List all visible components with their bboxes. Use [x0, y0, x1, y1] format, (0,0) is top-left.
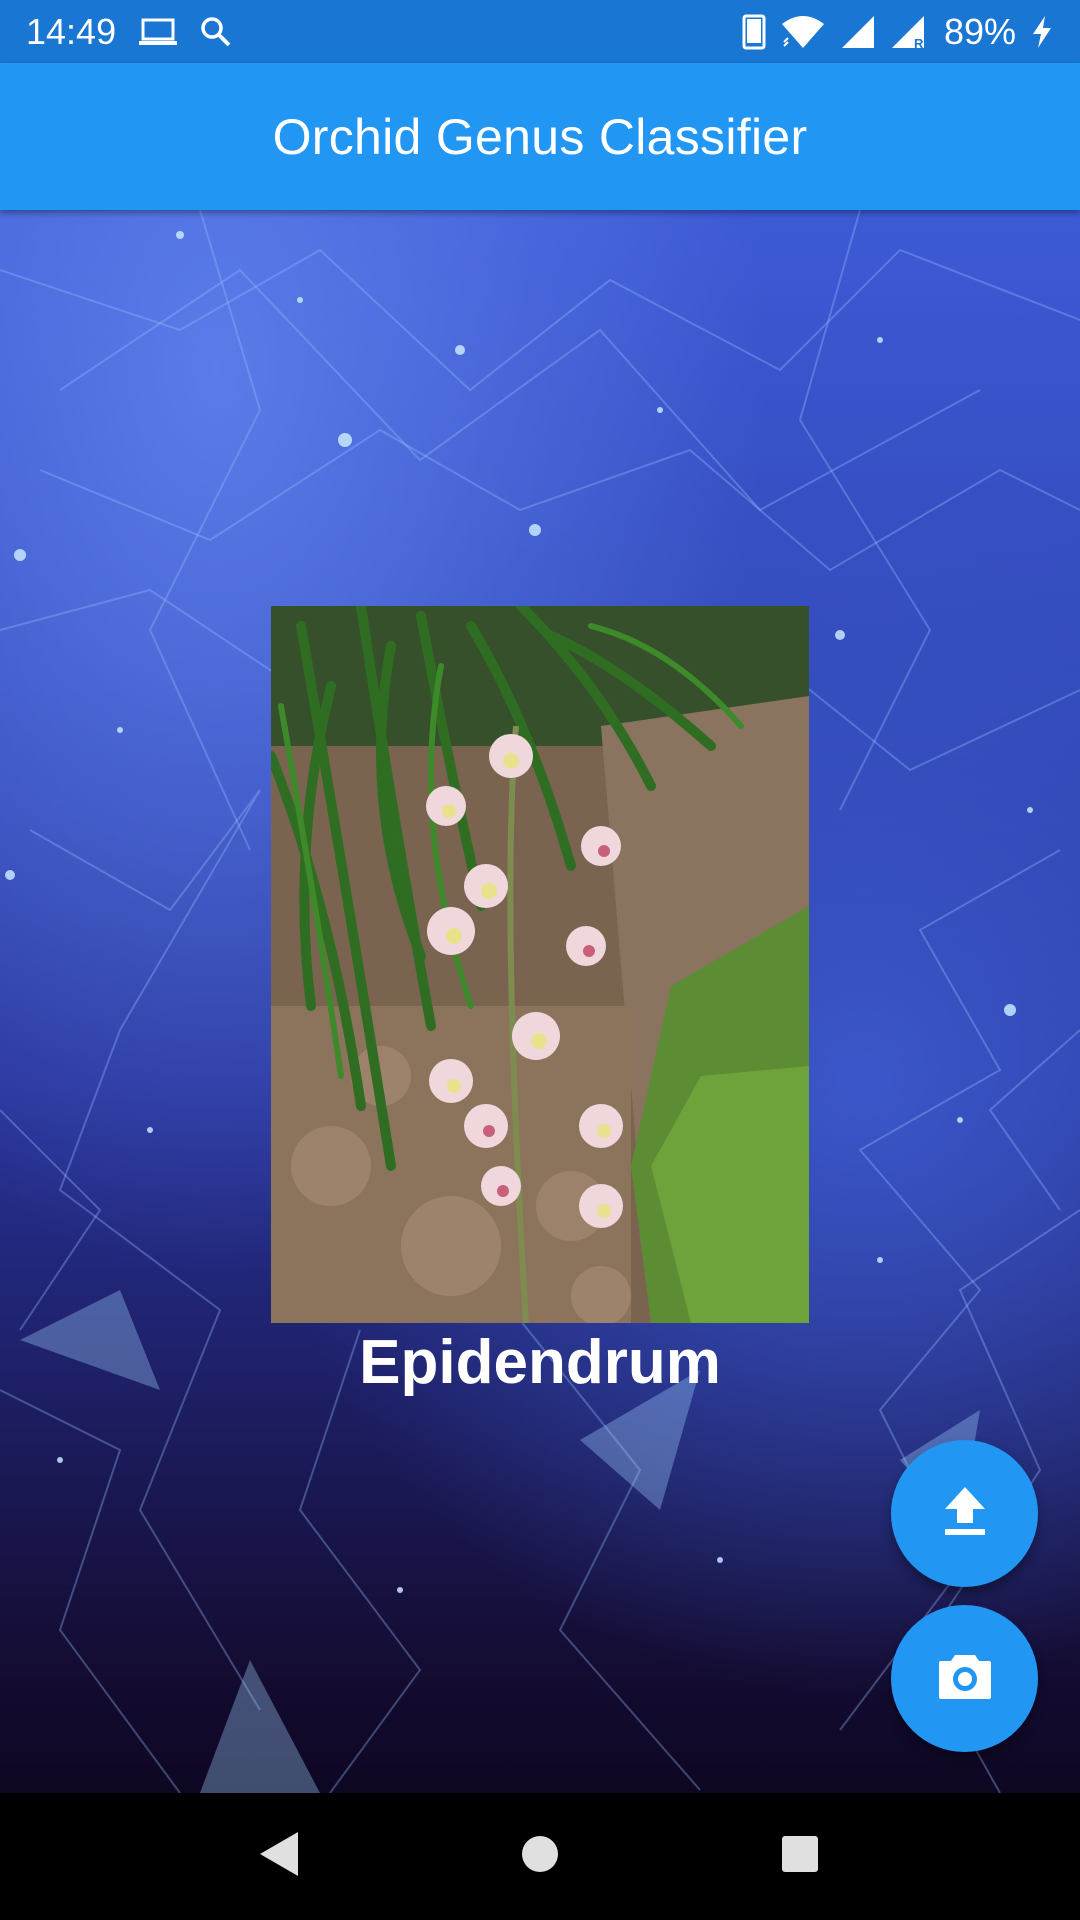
search-icon	[200, 16, 232, 48]
status-bar: 14:49 R 89%	[0, 0, 1080, 63]
camera-button[interactable]	[891, 1605, 1038, 1752]
navigation-bar	[0, 1793, 1080, 1920]
home-button[interactable]	[510, 1827, 570, 1887]
laptop-icon	[138, 17, 178, 47]
wifi-icon	[780, 14, 826, 50]
recents-icon	[780, 1834, 820, 1879]
app-bar: Orchid Genus Classifier	[0, 63, 1080, 210]
upload-icon	[941, 1485, 989, 1542]
back-button[interactable]	[250, 1827, 310, 1887]
status-time: 14:49	[26, 10, 117, 52]
recents-button[interactable]	[770, 1827, 830, 1887]
roaming-signal-icon: R	[890, 14, 930, 50]
battery-level: 89%	[943, 10, 1016, 52]
camera-icon	[937, 1651, 993, 1706]
classification-result: Epidendrum	[359, 1328, 721, 1397]
charging-icon	[1030, 14, 1054, 50]
upload-button[interactable]	[891, 1440, 1038, 1587]
phone-icon	[742, 14, 766, 50]
status-right: R 89%	[742, 11, 1054, 53]
signal-icon	[840, 14, 876, 50]
orchid-photo	[271, 606, 809, 1323]
back-icon	[258, 1830, 302, 1883]
home-icon	[520, 1834, 560, 1879]
app-title: Orchid Genus Classifier	[272, 108, 808, 165]
svg-text:R: R	[914, 36, 924, 50]
status-left: 14:49	[26, 11, 232, 53]
